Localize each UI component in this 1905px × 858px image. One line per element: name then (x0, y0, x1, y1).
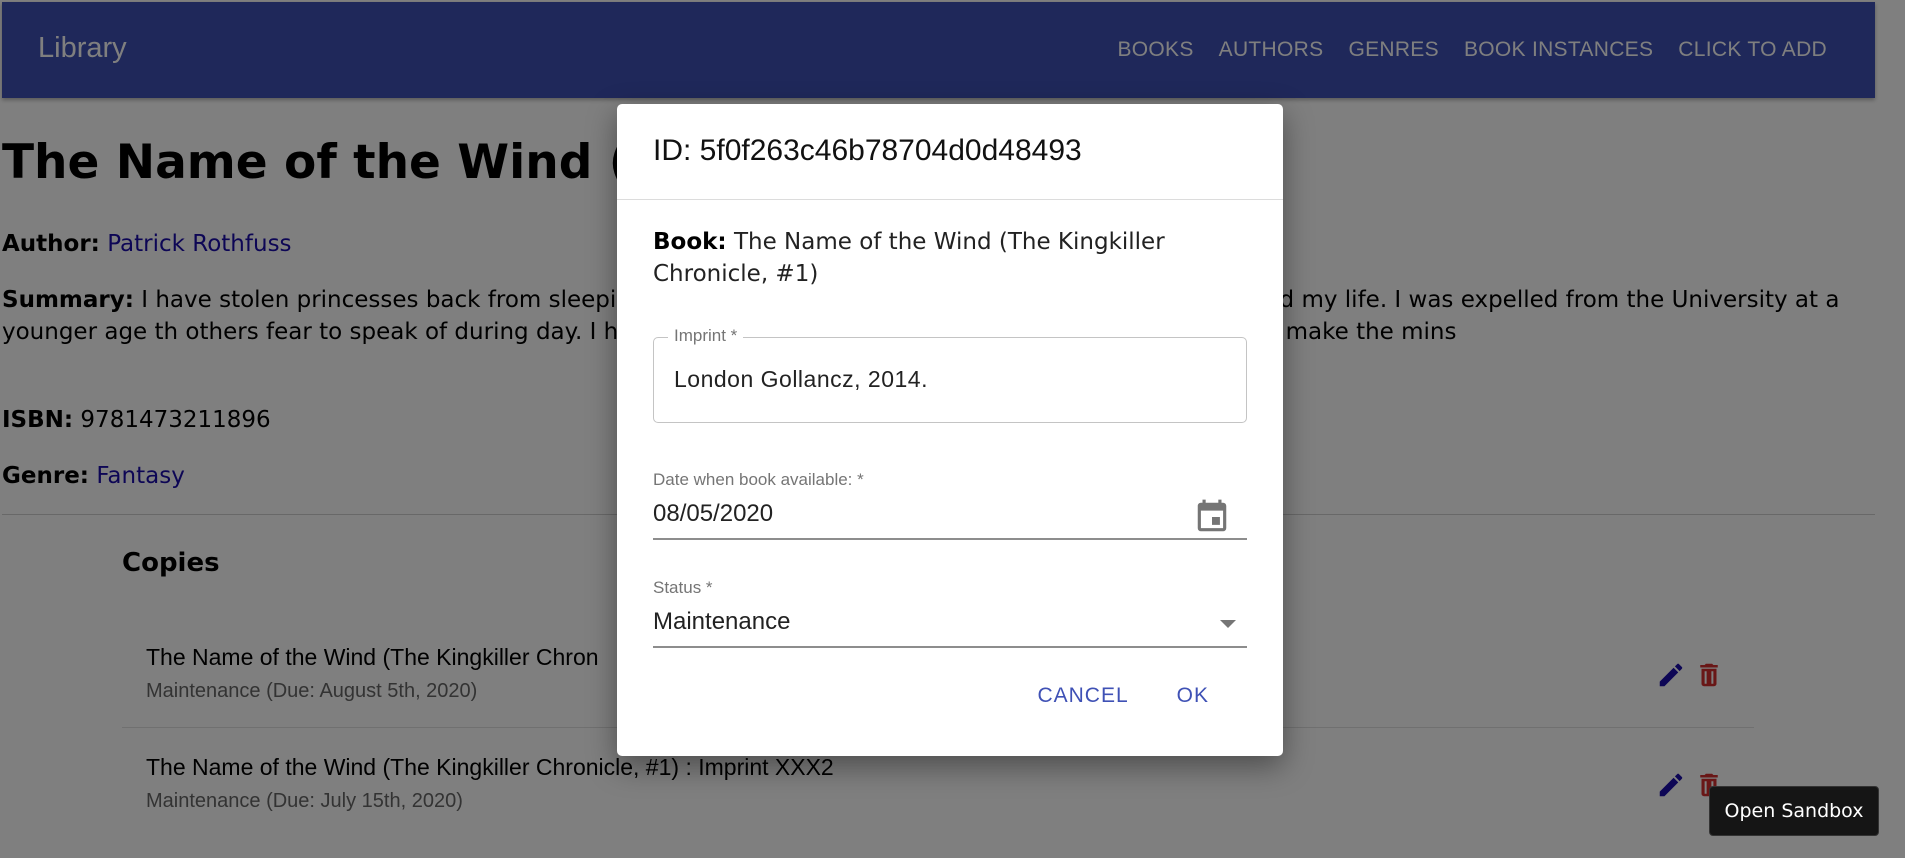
status-underline (653, 646, 1247, 648)
edit-copy-dialog: ID: 5f0f263c46b78704d0d48493 Book: The N… (617, 104, 1283, 756)
imprint-field[interactable]: Imprint * London Gollancz, 2014. (653, 326, 1247, 423)
book-value: The Name of the Wind (The Kingkiller Chr… (653, 229, 1165, 287)
book-label: Book: (653, 229, 727, 255)
status-select[interactable]: Maintenance (653, 608, 790, 636)
date-input[interactable]: 08/05/2020 (653, 500, 773, 528)
date-label: Date when book available: * (653, 470, 864, 489)
date-underline (653, 538, 1247, 540)
dropdown-caret-icon[interactable] (1220, 620, 1236, 628)
imprint-input[interactable]: London Gollancz, 2014. (674, 366, 928, 393)
calendar-icon[interactable] (1193, 498, 1231, 536)
dialog-actions: CANCEL OK (1027, 678, 1219, 714)
imprint-label: Imprint * (668, 326, 744, 346)
status-label: Status * (653, 578, 713, 597)
ok-button[interactable]: OK (1167, 678, 1219, 714)
cancel-button[interactable]: CANCEL (1027, 678, 1138, 714)
dialog-book-line: Book: The Name of the Wind (The Kingkill… (653, 226, 1253, 290)
dialog-title: ID: 5f0f263c46b78704d0d48493 (653, 134, 1082, 167)
dialog-divider (617, 199, 1283, 200)
open-sandbox-button[interactable]: Open Sandbox (1709, 786, 1879, 836)
